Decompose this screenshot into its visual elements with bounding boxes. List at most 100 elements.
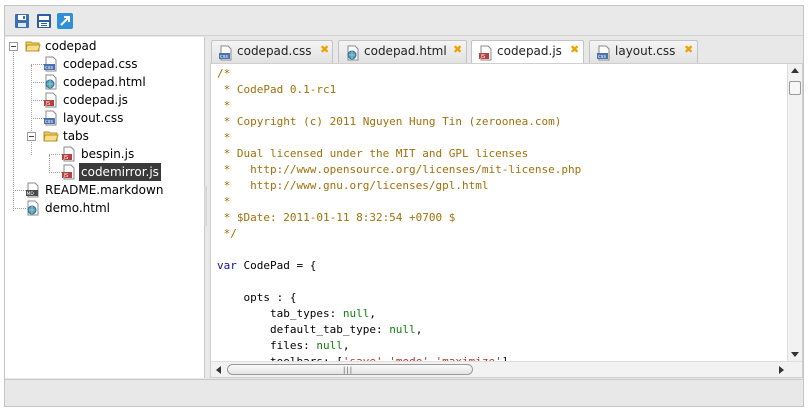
code-line[interactable]: /* (217, 66, 581, 82)
html-file-icon (25, 200, 41, 216)
code-token: files: (217, 339, 317, 352)
code-line[interactable]: * Copyright (c) 2011 Nguyen Hung Tin (ze… (217, 114, 581, 130)
code-token: opts : { (217, 291, 297, 304)
horizontal-scroll-thumb[interactable]: ||| (227, 364, 473, 375)
code-token: null (342, 307, 370, 320)
tree-item-label: codemirror.js (79, 163, 161, 181)
code-line[interactable]: */ (217, 226, 581, 242)
tab-codepad-html[interactable]: codepad.html ✖ (338, 40, 467, 63)
tab-close-icon[interactable]: ✖ (570, 43, 579, 56)
svg-text:JS: JS (63, 155, 69, 161)
code-line[interactable]: default_tab_type: null, (217, 322, 581, 338)
code-line[interactable]: ​ (217, 274, 581, 290)
tab-codepad-css[interactable]: css codepad.css ✖ (211, 40, 333, 63)
tab-close-icon[interactable]: ✖ (684, 43, 693, 56)
codepad-window: codepad css codepad.css codepad.html JS … (4, 5, 804, 407)
code-token: null (389, 323, 416, 336)
tree-item-label: codepad.css (63, 57, 138, 71)
svg-text:JS: JS (63, 173, 69, 179)
markdown-file-icon: MD (25, 182, 41, 198)
tab-bar: css codepad.css ✖ codepad.html ✖ JS code… (207, 37, 803, 64)
svg-text:css: css (220, 54, 228, 60)
maximize-icon[interactable] (57, 13, 73, 29)
code-line[interactable]: * http://www.opensource.org/licenses/mit… (217, 162, 582, 178)
horizontal-scrollbar[interactable]: ||| (211, 361, 802, 377)
tree-item-label: README.markdown (45, 183, 164, 197)
save-all-icon[interactable] (36, 13, 52, 29)
code-line[interactable]: * http://www.gnu.org/licenses/gpl.html (217, 178, 581, 194)
tab-label: layout.css (615, 44, 676, 58)
tree-item-label: demo.html (45, 201, 110, 215)
html-file-icon (43, 74, 59, 90)
code-token: var (217, 259, 237, 272)
tab-label: codepad.html (364, 44, 447, 58)
code-token: * (217, 131, 231, 144)
css-file-icon: css (43, 56, 59, 72)
svg-text:JS: JS (45, 101, 51, 107)
code-line[interactable]: * (217, 130, 581, 146)
code-text[interactable]: /* * CodePad 0.1-rc1 * * Copyright (c) 2… (217, 66, 581, 370)
code-editor[interactable]: /* * CodePad 0.1-rc1 * * Copyright (c) 2… (210, 63, 803, 378)
tab-close-icon[interactable]: ✖ (453, 43, 462, 56)
scroll-down-icon[interactable] (791, 352, 799, 357)
tree-item-label: bespin.js (81, 147, 135, 161)
toolbar (5, 6, 803, 36)
code-token: * Copyright (c) 2011 Nguyen Hung Tin (ze… (217, 115, 562, 128)
scroll-left-icon[interactable] (216, 366, 221, 374)
code-line[interactable]: * $Date: 2011-01-11 8:32:54 +0700 $ (217, 210, 581, 226)
svg-text:css: css (45, 65, 53, 71)
svg-text:JS: JS (480, 54, 486, 60)
svg-text:css: css (45, 119, 53, 125)
code-token: * $Date: 2011-01-11 8:32:54 +0700 $ (217, 211, 456, 224)
tree-item-label: codepad (45, 39, 97, 53)
code-token: * http://www.gnu.org/licenses/gpl.html (217, 179, 489, 192)
code-line[interactable]: * Dual licensed under the MIT and GPL li… (217, 146, 581, 162)
tree-item-label: codepad.js (63, 93, 128, 107)
js-file-icon: JS (43, 92, 59, 108)
code-token: , (369, 307, 376, 320)
collapse-toggle-icon[interactable] (27, 132, 36, 141)
code-token: , (342, 339, 350, 352)
code-token: null (316, 339, 343, 352)
code-token: * Dual licensed under the MIT and GPL li… (217, 147, 529, 160)
code-line[interactable]: ​ (217, 242, 581, 258)
save-icon[interactable] (14, 13, 30, 29)
code-token: default_tab_type: (217, 323, 390, 336)
tree-connector (31, 65, 32, 155)
vertical-scrollbar[interactable] (787, 64, 802, 362)
code-line[interactable]: * (217, 98, 581, 114)
file-tree: codepad css codepad.css codepad.html JS … (5, 37, 205, 378)
html-file-icon (345, 45, 361, 61)
folder-open-icon (43, 128, 59, 144)
tab-label: codepad.js (497, 44, 562, 58)
code-token: * CodePad 0.1-rc1 (217, 83, 337, 96)
js-file-icon: JS (61, 146, 77, 162)
css-file-icon: css (596, 45, 612, 61)
collapse-toggle-icon[interactable] (9, 42, 18, 51)
code-token: , (415, 323, 423, 336)
tree-item-label: layout.css (63, 111, 124, 125)
vertical-scroll-thumb[interactable] (789, 81, 801, 95)
svg-text:css: css (598, 54, 606, 60)
tab-layout-css[interactable]: css layout.css ✖ (589, 40, 698, 63)
scroll-right-icon[interactable] (779, 366, 784, 374)
code-line[interactable]: opts : { (217, 290, 581, 306)
code-line[interactable]: var CodePad = { (217, 258, 581, 274)
scroll-up-icon[interactable] (791, 68, 799, 73)
tree-connector (13, 47, 14, 211)
tab-codepad-js[interactable]: JS codepad.js ✖ (471, 40, 584, 64)
tab-label: codepad.css (237, 44, 312, 58)
code-line[interactable]: files: null, (217, 338, 581, 354)
code-token: tab_types: (217, 307, 343, 320)
code-line[interactable]: * (217, 194, 581, 210)
code-line[interactable]: tab_types: null, (217, 306, 581, 322)
tab-close-icon[interactable]: ✖ (320, 43, 329, 56)
code-line[interactable]: * CodePad 0.1-rc1 (217, 82, 581, 98)
scroll-grip: ||| (343, 366, 354, 374)
code-token: * (217, 99, 231, 112)
status-bar (5, 379, 803, 406)
code-token: * http://www.opensource.org/licenses/mit… (217, 163, 582, 176)
folder-open-icon (25, 38, 41, 54)
css-file-icon: css (218, 45, 234, 61)
editor-pane: css codepad.css ✖ codepad.html ✖ JS code… (207, 37, 803, 378)
